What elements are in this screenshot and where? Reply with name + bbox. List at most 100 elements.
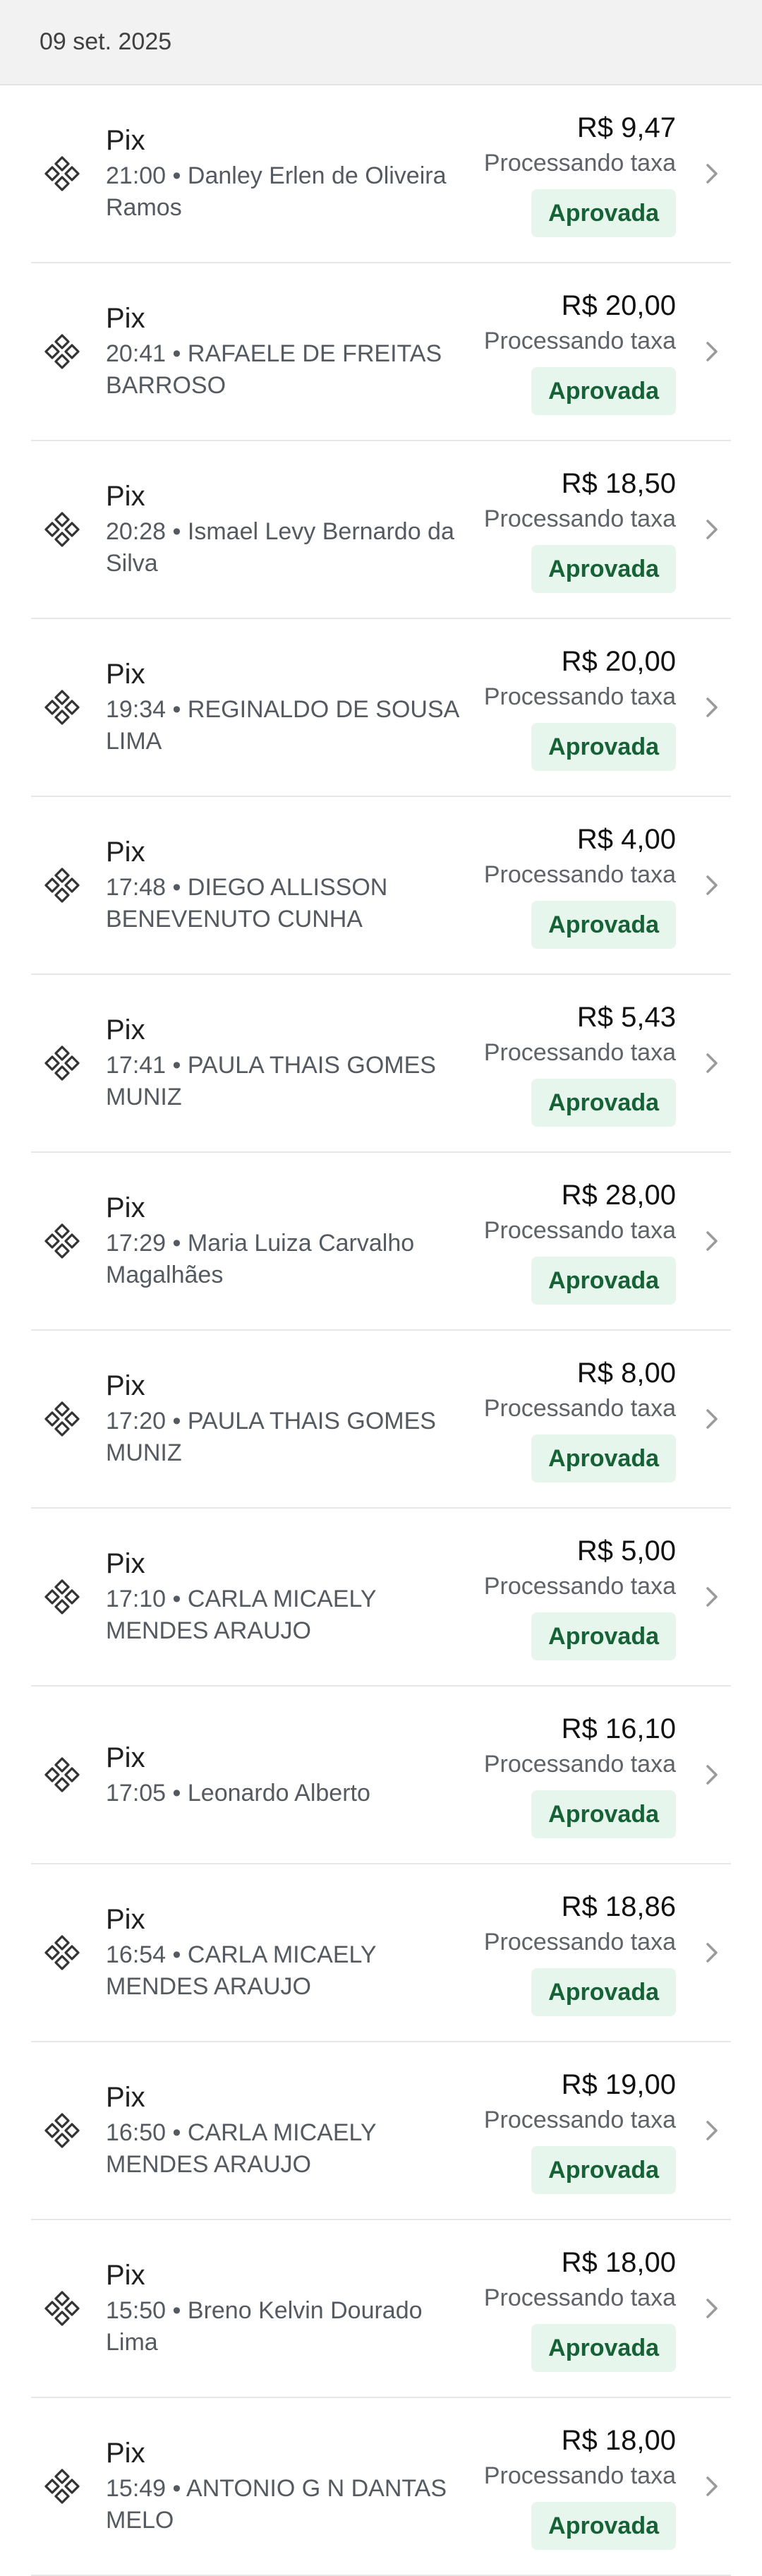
transaction-details: 17:29 • Maria Luiza Carvalho Magalhães (106, 1228, 459, 1291)
chevron-right-icon[interactable] (701, 871, 722, 899)
chevron-right-icon[interactable] (701, 515, 722, 544)
transaction-time: 15:49 (106, 2475, 167, 2502)
transaction-time: 15:50 (106, 2297, 167, 2324)
status-badge: Aprovada (531, 1968, 676, 2016)
transaction-row[interactable]: Pix 17:20 • PAULA THAIS GOMES MUNIZ R$ 8,0… (31, 1331, 731, 1509)
transaction-row[interactable]: Pix 17:29 • Maria Luiza Carvalho Magalhãe… (31, 1153, 731, 1331)
chevron-right-icon[interactable] (701, 160, 722, 188)
chevron-right-icon[interactable] (701, 2116, 722, 2145)
payer-name: Leonardo Alberto (187, 1779, 370, 1807)
transaction-row[interactable]: Pix 16:50 • CARLA MICAELY MENDES ARAUJO R$… (31, 2042, 731, 2220)
status-badge: Aprovada (531, 2324, 676, 2372)
pix-icon (42, 688, 82, 727)
transaction-info: Pix 19:34 • REGINALDO DE SOUSA LIMA (106, 657, 484, 757)
fee-status: Processando taxa (483, 2284, 676, 2311)
transaction-time: 17:20 (106, 1408, 167, 1434)
transaction-amount: R$ 18,00 (561, 2247, 676, 2278)
transaction-time: 17:41 (106, 1052, 167, 1079)
status-badge: Aprovada (531, 189, 676, 237)
fee-status: Processando taxa (483, 1573, 676, 1600)
transaction-amounts: R$ 20,00 Processando taxa Aprovada (484, 288, 676, 415)
transaction-amounts: R$ 5,00 Processando taxa Aprovada (484, 1533, 676, 1660)
transaction-details: 19:34 • REGINALDO DE SOUSA LIMA (106, 694, 459, 757)
transaction-row[interactable]: Pix 17:05 • Leonardo Alberto R$ 16,10 Proce… (31, 1687, 731, 1864)
chevron-right-icon[interactable] (701, 1939, 722, 1967)
pix-icon (42, 510, 82, 549)
transaction-info: Pix 15:50 • Breno Kelvin Dourado Lima (106, 2258, 484, 2359)
transaction-row[interactable]: Pix 16:54 • CARLA MICAELY MENDES ARAUJO R$… (31, 1864, 731, 2042)
transaction-amounts: R$ 9,47 Processando taxa Aprovada (484, 110, 676, 237)
transaction-type: Pix (106, 2082, 145, 2113)
transaction-type: Pix (106, 1192, 145, 1223)
transaction-info: Pix 20:41 • RAFAELE DE FREITAS BARROSO (106, 301, 484, 402)
transaction-amount: R$ 19,00 (561, 2069, 676, 2100)
fee-status: Processando taxa (483, 683, 676, 710)
separator-dot: • (166, 696, 188, 723)
status-badge: Aprovada (531, 2502, 676, 2550)
chevron-right-icon[interactable] (701, 1583, 722, 1611)
transaction-info: Pix 20:28 • Ismael Levy Bernardo da Silva (106, 479, 484, 580)
chevron-right-icon[interactable] (701, 693, 722, 721)
chevron-right-icon[interactable] (701, 1405, 722, 1433)
transaction-row[interactable]: Pix 20:41 • RAFAELE DE FREITAS BARROSO R$ … (31, 263, 731, 441)
transaction-row[interactable]: Pix 20:28 • Ismael Levy Bernardo da Silva… (31, 441, 731, 619)
transaction-type: Pix (106, 1014, 145, 1046)
transaction-type: Pix (106, 125, 145, 156)
separator-dot: • (166, 1586, 188, 1612)
chevron-right-icon[interactable] (701, 1049, 722, 1077)
transaction-details: 15:49 • ANTONIO G N DANTAS MELO (106, 2473, 459, 2536)
transaction-row[interactable]: Pix 17:10 • CARLA MICAELY MENDES ARAUJO R$… (31, 1509, 731, 1687)
transaction-amounts: R$ 18,86 Processando taxa Aprovada (484, 1889, 676, 2016)
pix-icon (42, 1221, 82, 1261)
transaction-info: Pix 16:50 • CARLA MICAELY MENDES ARAUJO (106, 2080, 484, 2181)
transaction-details: 20:41 • RAFAELE DE FREITAS BARROSO (106, 338, 459, 402)
transaction-amounts: R$ 5,43 Processando taxa Aprovada (484, 1000, 676, 1127)
transaction-row[interactable]: Pix 17:48 • DIEGO ALLISSON BENEVENUTO CUN… (31, 797, 731, 975)
transaction-info: Pix 21:00 • Danley Erlen de Oliveira Ramo… (106, 124, 484, 224)
transaction-amounts: R$ 19,00 Processando taxa Aprovada (484, 2067, 676, 2194)
transaction-row[interactable]: Pix 17:41 • PAULA THAIS GOMES MUNIZ R$ 5,4… (31, 975, 731, 1153)
separator-dot: • (166, 340, 188, 367)
transaction-type: Pix (106, 1742, 145, 1773)
transaction-amounts: R$ 8,00 Processando taxa Aprovada (484, 1355, 676, 1482)
transaction-type: Pix (106, 481, 145, 512)
transaction-row[interactable]: Pix 19:34 • REGINALDO DE SOUSA LIMA R$ 20,… (31, 619, 731, 797)
pix-icon (42, 2289, 82, 2328)
transaction-row[interactable]: Pix 15:49 • ANTONIO G N DANTAS MELO R$ 18,… (31, 2398, 731, 2576)
transaction-details: 16:54 • CARLA MICAELY MENDES ARAUJO (106, 1939, 459, 2003)
transaction-amount: R$ 18,50 (561, 468, 676, 499)
transaction-time: 20:28 (106, 518, 167, 545)
transaction-amount: R$ 9,47 (576, 112, 676, 143)
transaction-info: Pix 15:49 • ANTONIO G N DANTAS MELO (106, 2436, 484, 2536)
transaction-amount: R$ 5,43 (576, 1002, 676, 1033)
pix-icon (42, 1399, 82, 1439)
fee-status: Processando taxa (483, 1751, 676, 1778)
pix-icon (42, 2111, 82, 2150)
pix-icon (42, 1755, 82, 1795)
transaction-row[interactable]: Pix 15:50 • Breno Kelvin Dourado Lima R$ 1… (31, 2220, 731, 2398)
transaction-amounts: R$ 4,00 Processando taxa Aprovada (484, 822, 676, 949)
transaction-info: Pix 17:41 • PAULA THAIS GOMES MUNIZ (106, 1013, 484, 1113)
chevron-right-icon[interactable] (701, 1227, 722, 1255)
fee-status: Processando taxa (483, 1929, 676, 1955)
transaction-amounts: R$ 16,10 Processando taxa Aprovada (484, 1711, 676, 1838)
transaction-type: Pix (106, 1370, 145, 1401)
transaction-time: 20:41 (106, 340, 167, 367)
separator-dot: • (166, 874, 188, 901)
date-label: 09 set. 2025 (40, 28, 172, 55)
chevron-right-icon[interactable] (701, 1761, 722, 1789)
pix-icon (42, 1577, 82, 1617)
date-header: 09 set. 2025 (0, 0, 762, 85)
chevron-right-icon[interactable] (701, 2294, 722, 2323)
transaction-time: 16:54 (106, 1941, 167, 1968)
chevron-right-icon[interactable] (701, 337, 722, 366)
status-badge: Aprovada (531, 1079, 676, 1127)
transaction-amount: R$ 8,00 (576, 1358, 676, 1389)
fee-status: Processando taxa (483, 505, 676, 532)
chevron-right-icon[interactable] (701, 2472, 722, 2500)
fee-status: Processando taxa (483, 328, 676, 354)
transaction-time: 17:29 (106, 1230, 167, 1257)
transaction-row[interactable]: Pix 21:00 • Danley Erlen de Oliveira Ramo… (31, 85, 731, 263)
transaction-details: 17:05 • Leonardo Alberto (106, 1778, 459, 1809)
separator-dot: • (166, 1779, 188, 1807)
